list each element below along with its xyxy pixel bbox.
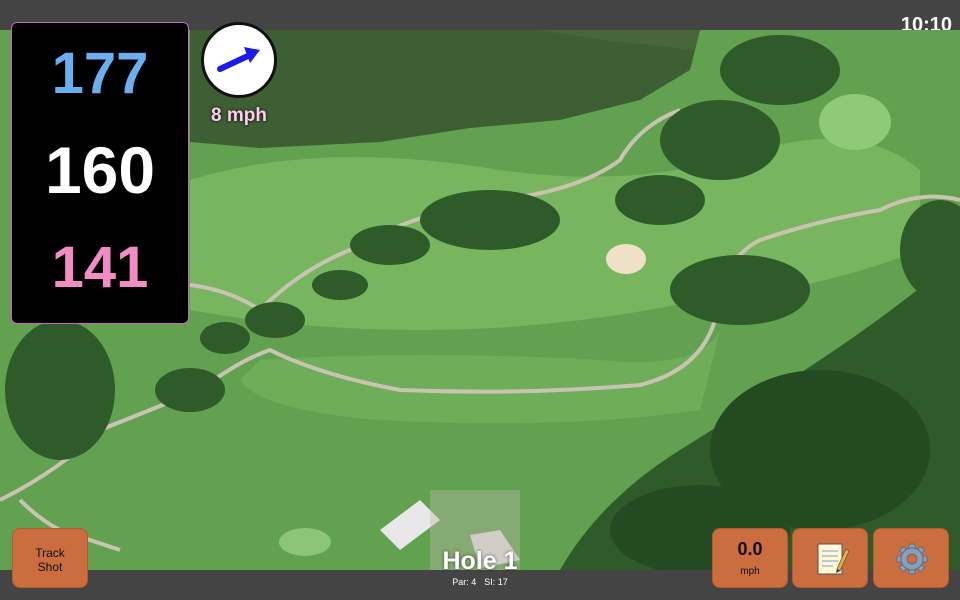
- wind-speed: 8 mph: [211, 105, 267, 126]
- hole-par: Par: 4: [452, 577, 477, 587]
- track-shot-button[interactable]: Track Shot: [12, 528, 88, 588]
- tee-box: [279, 528, 331, 556]
- gear-icon: [896, 543, 928, 575]
- distance-panel: 177 160 141: [11, 22, 189, 324]
- track-shot-label-line1: Track: [35, 546, 65, 560]
- notepad-icon: [817, 543, 850, 575]
- track-shot-label-line2: Shot: [37, 560, 63, 574]
- center-distance: 160: [44, 133, 156, 207]
- hole-title: Hole 1: [442, 547, 518, 575]
- front-distance: 141: [51, 235, 149, 300]
- golf-gps-screen: 10:10 177 160 141 8 mph Track Shot Hole …: [0, 0, 960, 600]
- green: [819, 94, 891, 150]
- hole-meta: Par: 4 SI: 17: [380, 577, 580, 587]
- wind-direction-arrow-icon: [217, 47, 260, 72]
- speed-value: 0.0: [737, 539, 763, 559]
- wind-direction-dial: [201, 22, 277, 98]
- hole-stroke-index: SI: 17: [484, 577, 508, 587]
- speed-button[interactable]: 0.0 mph: [712, 528, 788, 588]
- sand-bunker: [606, 244, 646, 274]
- speed-unit: mph: [740, 566, 760, 577]
- settings-button[interactable]: [873, 528, 949, 588]
- back-distance: 177: [51, 41, 149, 106]
- notes-button[interactable]: [792, 528, 868, 588]
